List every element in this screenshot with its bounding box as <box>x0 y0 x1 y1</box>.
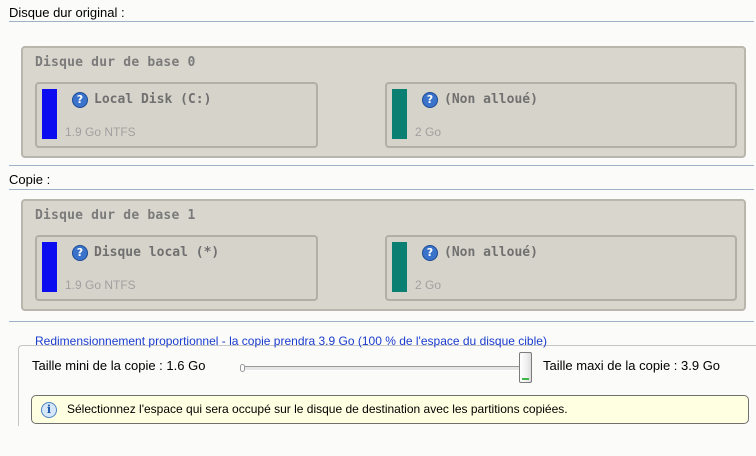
help-icon[interactable]: ? <box>72 92 88 108</box>
info-text: Sélectionnez l'espace qui sera occupé su… <box>67 402 568 416</box>
partition-size: 1.9 Go NTFS <box>65 125 136 139</box>
size-slider-start <box>240 364 245 372</box>
partition-size: 1.9 Go NTFS <box>65 278 136 292</box>
copy-disk-title: Disque dur de base 1 <box>35 208 196 223</box>
original-disk-box: Disque dur de base 0 ? Local Disk (C:) 1… <box>21 46 746 158</box>
partition-name: Disque local (*) <box>94 245 220 260</box>
size-slider-thumb[interactable] <box>519 352 532 383</box>
info-icon: i <box>41 402 57 418</box>
copy-disk-label: Copie : <box>9 172 51 187</box>
help-icon[interactable]: ? <box>422 92 438 108</box>
partition-name: (Non alloué) <box>444 245 538 260</box>
help-icon[interactable]: ? <box>422 245 438 261</box>
original-disk-title: Disque dur de base 0 <box>35 55 196 70</box>
partition-color-bar <box>42 242 57 292</box>
size-slider-track[interactable] <box>240 366 522 371</box>
original-partition-unallocated[interactable]: ? (Non alloué) 2 Go <box>385 82 737 148</box>
info-tip: i Sélectionnez l'espace qui sera occupé … <box>31 395 749 424</box>
original-disk-label: Disque dur original : <box>9 5 125 20</box>
resize-caption: Redimensionnement proportionnel - la cop… <box>35 334 547 348</box>
partition-color-bar <box>392 89 407 139</box>
partition-name: Local Disk (C:) <box>94 92 212 107</box>
original-partition-c[interactable]: ? Local Disk (C:) 1.9 Go NTFS <box>35 82 318 148</box>
copy-partition-unallocated[interactable]: ? (Non alloué) 2 Go <box>385 235 737 301</box>
partition-size: 2 Go <box>415 278 442 292</box>
partition-color-bar <box>392 242 407 292</box>
copy-disk-box: Disque dur de base 1 ? Disque local (*) … <box>21 199 746 311</box>
copy-partition-local[interactable]: ? Disque local (*) 1.9 Go NTFS <box>35 235 318 301</box>
partition-name: (Non alloué) <box>444 92 538 107</box>
min-size-label: Taille mini de la copie : 1.6 Go <box>32 358 206 373</box>
help-icon[interactable]: ? <box>72 245 88 261</box>
partition-color-bar <box>42 89 57 139</box>
max-size-label: Taille maxi de la copie : 3.9 Go <box>543 358 721 373</box>
partition-size: 2 Go <box>415 125 442 139</box>
